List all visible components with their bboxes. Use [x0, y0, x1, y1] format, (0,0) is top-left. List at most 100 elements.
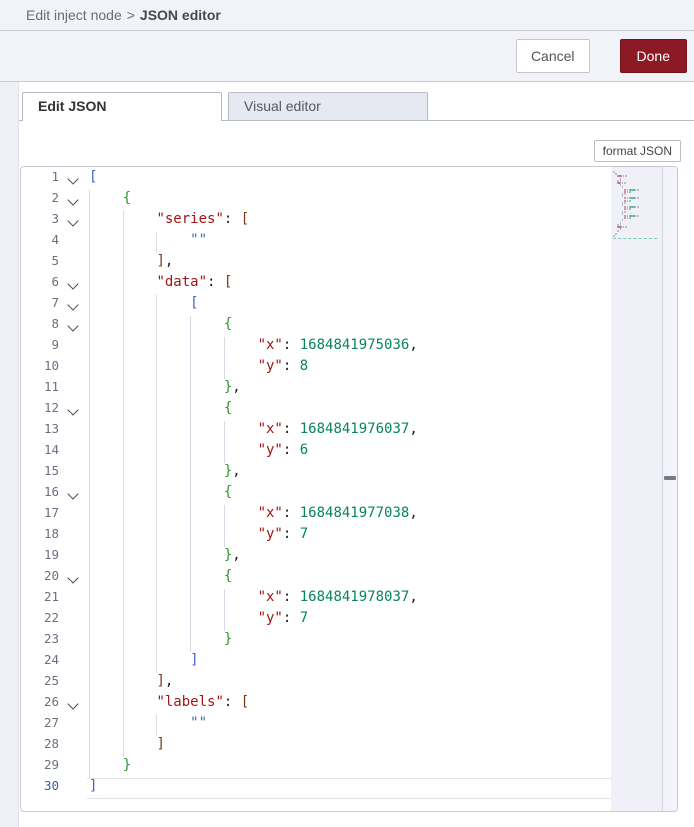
code-line[interactable]: 24 ]: [21, 652, 611, 673]
code-line[interactable]: 1[: [21, 169, 611, 190]
minimap-line-mark: [627, 208, 629, 210]
code-text[interactable]: ]: [89, 736, 611, 757]
code-line[interactable]: 22 "y": 7: [21, 610, 611, 631]
code-text[interactable]: "x": 1684841978037,: [89, 589, 611, 610]
code-line[interactable]: 27 "": [21, 715, 611, 736]
indent-guide: [123, 484, 124, 505]
code-line[interactable]: 20 {: [21, 568, 611, 589]
code-line[interactable]: 9 "x": 1684841975036,: [21, 337, 611, 358]
code-line[interactable]: 23 }: [21, 631, 611, 652]
code-line[interactable]: 26 "labels": [: [21, 694, 611, 715]
format-json-button[interactable]: format JSON: [594, 140, 681, 162]
code-text[interactable]: "": [89, 715, 611, 736]
code-line[interactable]: 15 },: [21, 463, 611, 484]
code-pane[interactable]: 1[2 {3 "series": [4 ""5 ],6 "data": [7 […: [21, 167, 611, 811]
fold-chevron-icon[interactable]: [59, 295, 89, 316]
minimap-line-mark: [627, 217, 629, 219]
code-text[interactable]: "x": 1684841975036,: [89, 337, 611, 358]
code-line[interactable]: 21 "x": 1684841978037,: [21, 589, 611, 610]
code-line[interactable]: 14 "y": 6: [21, 442, 611, 463]
fold-chevron-icon[interactable]: [59, 484, 89, 505]
code-line[interactable]: 17 "x": 1684841977038,: [21, 505, 611, 526]
fold-chevron-icon[interactable]: [59, 169, 89, 190]
code-line[interactable]: 29 }: [21, 757, 611, 778]
minimap-line-mark: [622, 219, 624, 221]
code-line[interactable]: 7 [: [21, 295, 611, 316]
code-line[interactable]: 10 "y": 8: [21, 358, 611, 379]
code-text[interactable]: ],: [89, 673, 611, 694]
code-line[interactable]: 25 ],: [21, 673, 611, 694]
fold-chevron-icon[interactable]: [59, 400, 89, 421]
fold-chevron-icon[interactable]: [59, 694, 89, 715]
code-text[interactable]: "y": 7: [89, 526, 611, 547]
code-line[interactable]: 19 },: [21, 547, 611, 568]
code-text[interactable]: {: [89, 484, 611, 505]
fold-chevron-icon[interactable]: [59, 190, 89, 211]
code-text[interactable]: ]: [89, 778, 611, 799]
indent-guide: [190, 379, 191, 400]
line-number: 27: [21, 715, 59, 736]
code-text[interactable]: },: [89, 379, 611, 400]
overview-ruler[interactable]: [662, 167, 677, 811]
code-text[interactable]: {: [89, 568, 611, 589]
minimap-line-mark: [629, 217, 631, 219]
code-text[interactable]: "y": 8: [89, 358, 611, 379]
indent-guide: [190, 442, 191, 463]
code-line[interactable]: 18 "y": 7: [21, 526, 611, 547]
code-text[interactable]: {: [89, 316, 611, 337]
indent-guide: [123, 526, 124, 547]
code-text[interactable]: {: [89, 190, 611, 211]
minimap-line-mark: [629, 208, 631, 210]
code-text[interactable]: "x": 1684841976037,: [89, 421, 611, 442]
indent-guide: [224, 589, 225, 610]
minimap-line-mark: [625, 226, 627, 228]
fold-chevron-icon[interactable]: [59, 316, 89, 337]
scrollbar-thumb[interactable]: [664, 476, 676, 480]
code-line[interactable]: 11 },: [21, 379, 611, 400]
indent-guide: [190, 568, 191, 589]
indent-guide: [123, 337, 124, 358]
code-editor[interactable]: 1[2 {3 "series": [4 ""5 ],6 "data": [7 […: [20, 166, 678, 812]
code-text[interactable]: "y": 6: [89, 442, 611, 463]
code-text[interactable]: "series": [: [89, 211, 611, 232]
fold-chevron-icon[interactable]: [59, 568, 89, 589]
fold-chevron-icon[interactable]: [59, 274, 89, 295]
indent-guide: [190, 631, 191, 652]
code-line[interactable]: 8 {: [21, 316, 611, 337]
code-text[interactable]: "x": 1684841977038,: [89, 505, 611, 526]
cancel-button[interactable]: Cancel: [516, 39, 590, 73]
code-text[interactable]: ],: [89, 253, 611, 274]
done-button[interactable]: Done: [620, 39, 687, 73]
line-number: 2: [21, 190, 59, 211]
code-text[interactable]: "": [89, 232, 611, 253]
code-text[interactable]: },: [89, 463, 611, 484]
code-line[interactable]: 30]: [21, 778, 611, 799]
indent-guide: [123, 673, 124, 694]
line-number: 9: [21, 337, 59, 358]
code-text[interactable]: [: [89, 295, 611, 316]
code-line[interactable]: 28 ]: [21, 736, 611, 757]
code-line[interactable]: 4 "": [21, 232, 611, 253]
code-text[interactable]: {: [89, 400, 611, 421]
code-line[interactable]: 12 {: [21, 400, 611, 421]
code-text[interactable]: [: [89, 169, 611, 190]
code-line[interactable]: 13 "x": 1684841976037,: [21, 421, 611, 442]
tab-visual-editor[interactable]: Visual editor: [228, 92, 428, 120]
tab-edit-json[interactable]: Edit JSON: [22, 92, 222, 121]
code-line[interactable]: 16 {: [21, 484, 611, 505]
code-text[interactable]: "data": [: [89, 274, 611, 295]
fold-chevron-icon[interactable]: [59, 211, 89, 232]
code-text[interactable]: }: [89, 631, 611, 652]
code-text[interactable]: }: [89, 757, 611, 778]
code-text[interactable]: },: [89, 547, 611, 568]
code-line[interactable]: 6 "data": [: [21, 274, 611, 295]
code-text[interactable]: "y": 7: [89, 610, 611, 631]
minimap[interactable]: [611, 167, 662, 811]
code-text[interactable]: "labels": [: [89, 694, 611, 715]
code-line[interactable]: 3 "series": [: [21, 211, 611, 232]
code-line[interactable]: 5 ],: [21, 253, 611, 274]
code-text[interactable]: ]: [89, 652, 611, 673]
indent-guide: [89, 463, 90, 484]
minimap-line-mark: [622, 213, 624, 215]
code-line[interactable]: 2 {: [21, 190, 611, 211]
